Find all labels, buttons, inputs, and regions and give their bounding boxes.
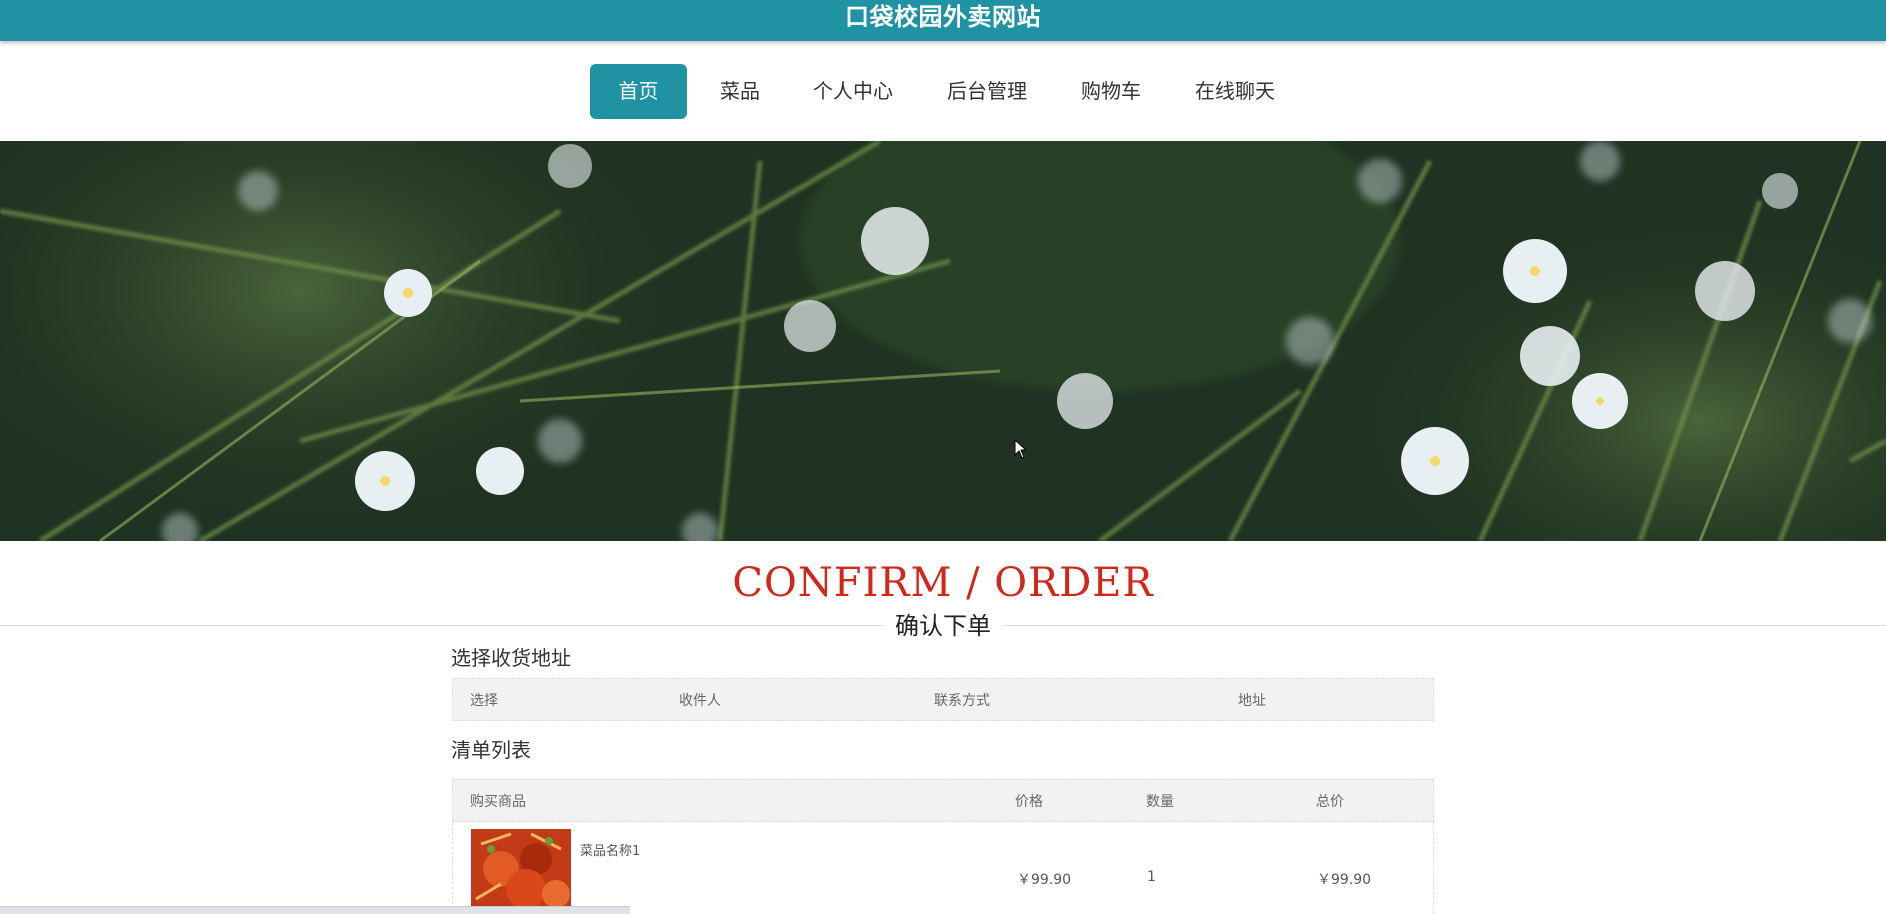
dish-price: ￥99.90 xyxy=(1017,872,1072,888)
nav-item-home[interactable]: 首页 xyxy=(590,64,687,119)
section-divider xyxy=(0,625,1886,626)
section-title-cn-wrap: 确认下单 xyxy=(0,610,1886,642)
address-col-contact: 联系方式 xyxy=(934,692,990,709)
address-section-title: 选择收货地址 xyxy=(451,646,571,670)
site-title: 口袋校园外卖网站 xyxy=(845,3,1041,31)
dish-quantity: 1 xyxy=(1147,869,1156,885)
nav-item-cart[interactable]: 购物车 xyxy=(1073,64,1149,119)
table-row: 菜品名称1 ￥99.90 1 ￥99.90 xyxy=(452,822,1434,914)
order-col-quantity: 数量 xyxy=(1146,793,1174,810)
dish-name[interactable]: 菜品名称1 xyxy=(580,840,640,859)
main-nav: 首页 菜品 个人中心 后台管理 购物车 在线聊天 xyxy=(0,41,1886,141)
nav-item-personal-center[interactable]: 个人中心 xyxy=(806,64,900,119)
nav-item-dishes[interactable]: 菜品 xyxy=(707,64,773,119)
order-col-total: 总价 xyxy=(1316,793,1344,810)
address-col-select: 选择 xyxy=(470,692,498,709)
section-title-cn: 确认下单 xyxy=(883,610,1003,642)
dish-thumbnail-image[interactable] xyxy=(471,829,571,914)
section-title-en: CONFIRM / ORDER xyxy=(732,560,1154,606)
browser-status-strip xyxy=(0,906,630,914)
nav-item-online-chat[interactable]: 在线聊天 xyxy=(1188,64,1282,119)
order-table-header: 购买商品 价格 数量 总价 xyxy=(452,779,1434,822)
top-title-bar: 口袋校园外卖网站 xyxy=(0,0,1886,41)
hero-banner-image xyxy=(0,141,1886,541)
order-col-product: 购买商品 xyxy=(470,793,526,810)
address-table-header: 选择 收件人 联系方式 地址 xyxy=(452,678,1434,721)
order-list-title: 清单列表 xyxy=(451,738,531,762)
order-col-price: 价格 xyxy=(1015,793,1043,810)
address-col-recipient: 收件人 xyxy=(679,692,721,709)
address-col-address: 地址 xyxy=(1238,692,1266,709)
nav-item-admin[interactable]: 后台管理 xyxy=(940,64,1034,119)
dish-total: ￥99.90 xyxy=(1317,872,1372,888)
mouse-cursor-icon xyxy=(1014,438,1028,463)
